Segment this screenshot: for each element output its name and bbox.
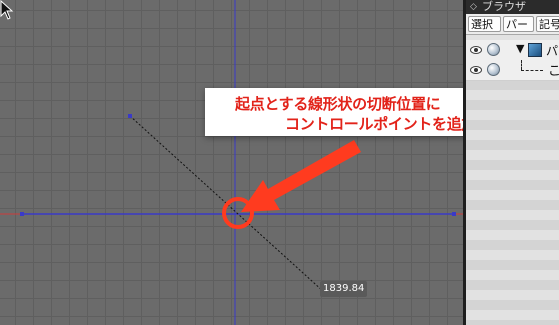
- expand-triangle-icon[interactable]: ▼: [516, 42, 524, 55]
- render-sphere-icon[interactable]: [487, 43, 500, 56]
- eye-icon[interactable]: [470, 44, 482, 56]
- browser-titlebar[interactable]: ◇ ブラウザ: [466, 0, 559, 14]
- callout-line-2: コントロールポイントを追加: [285, 115, 477, 133]
- curve-endpoint-right: [452, 212, 456, 216]
- tree-connector: [521, 60, 522, 70]
- callout-arrow: [241, 140, 361, 212]
- browser-title: ブラウザ: [482, 0, 526, 13]
- viewport-3d[interactable]: 1839.84: [0, 0, 463, 325]
- curve-endpoint-left: [20, 212, 24, 216]
- list-item-label: パ: [546, 44, 559, 58]
- list-item[interactable]: こ: [466, 60, 559, 81]
- list-item[interactable]: ▼ パ: [466, 40, 559, 61]
- eye-icon[interactable]: [470, 64, 482, 76]
- tab-select[interactable]: 選択: [468, 16, 501, 32]
- mouse-cursor-icon: [0, 0, 14, 20]
- viewport-canvas: [0, 0, 463, 325]
- list-item-label: こ: [548, 64, 559, 79]
- render-sphere-icon[interactable]: [487, 63, 500, 76]
- tab-parts[interactable]: パー: [503, 16, 534, 32]
- tab-symbols[interactable]: 記号: [536, 16, 559, 32]
- panel-collapse-icon[interactable]: ◇: [470, 0, 477, 14]
- guide-start-point: [128, 114, 132, 118]
- object-icon: [528, 43, 542, 57]
- tree-connector: [521, 70, 543, 71]
- browser-panel: ◇ ブラウザ 選択 パー 記号 ▼ パ こ: [466, 0, 559, 325]
- callout-line-1: 起点とする線形状の切断位置に: [235, 95, 441, 113]
- browser-tabs: 選択 パー 記号: [466, 14, 559, 35]
- measurement-readout: 1839.84: [320, 281, 368, 297]
